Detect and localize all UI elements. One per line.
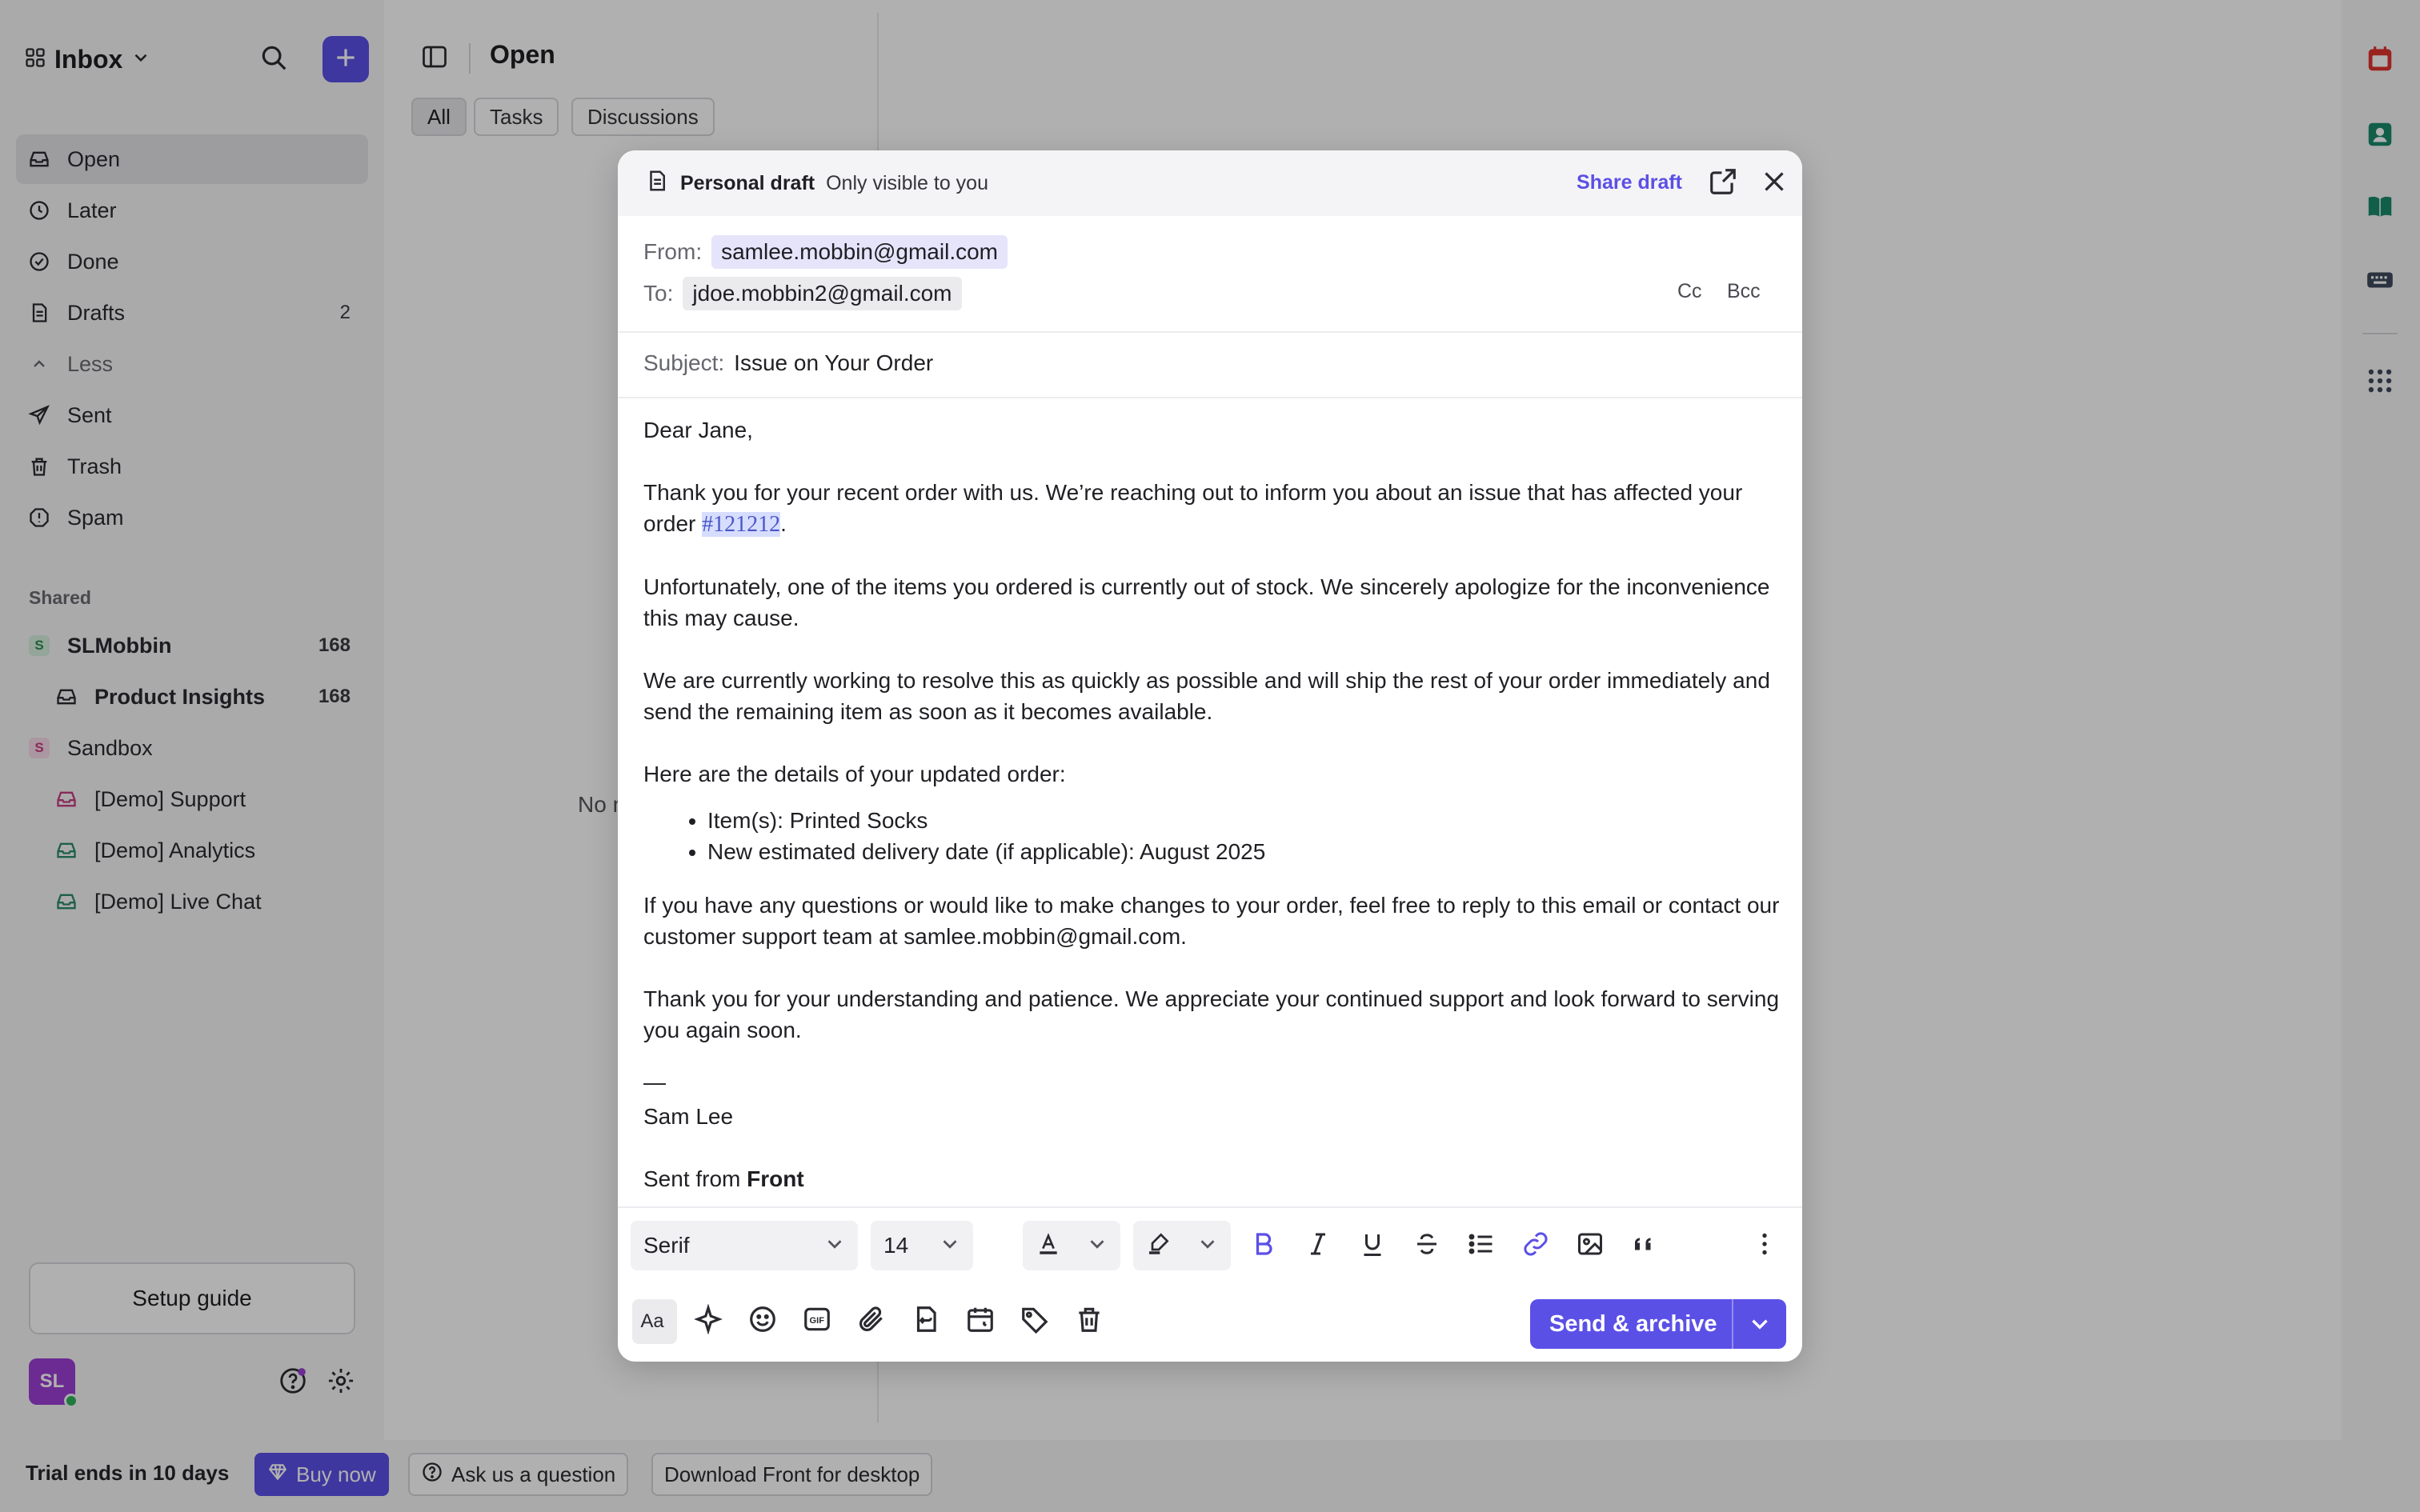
paperclip-icon <box>856 1304 887 1338</box>
attach-file-button[interactable] <box>851 1301 891 1341</box>
body-text: . <box>780 511 787 536</box>
text-color-icon <box>1036 1230 1061 1262</box>
more-vertical-icon <box>1750 1230 1779 1262</box>
from-address-chip[interactable]: samlee.mobbin@gmail.com <box>711 235 1008 269</box>
gif-icon: GIF <box>802 1304 832 1338</box>
insert-image-button[interactable] <box>1572 1227 1609 1264</box>
compose-modal: Personal draft Only visible to you Share… <box>618 150 1802 1362</box>
send-archive-label: Send & archive <box>1549 1310 1717 1337</box>
formatting-toggle-button[interactable]: Aa <box>632 1299 677 1344</box>
font-family-select[interactable]: Serif <box>631 1221 858 1270</box>
pop-out-button[interactable] <box>1705 165 1741 202</box>
app-root: Inbox Open Later Done Drafts 2 Less Sent… <box>0 0 2420 1512</box>
signature-dash: — <box>643 1070 666 1094</box>
body-paragraph: Here are the details of your updated ord… <box>643 762 1066 786</box>
template-icon <box>911 1304 941 1338</box>
gif-button[interactable]: GIF <box>797 1301 837 1341</box>
image-icon <box>1576 1230 1605 1262</box>
body-paragraph: Thank you for your understanding and pat… <box>643 986 1780 1042</box>
to-address-chip[interactable]: jdoe.mobbin2@gmail.com <box>683 277 962 310</box>
text-format-icon: Aa <box>639 1308 671 1336</box>
from-label: From: <box>643 239 703 264</box>
sent-from-text: Sent from <box>643 1166 747 1191</box>
blockquote-button[interactable] <box>1626 1227 1663 1264</box>
body-text: Thank you for your recent order with us.… <box>643 480 1743 536</box>
to-row: To: jdoe.mobbin2@gmail.com <box>643 277 962 310</box>
strikethrough-icon <box>1412 1230 1441 1262</box>
calendar-clock-icon <box>965 1304 996 1338</box>
greeting: Dear Jane, <box>643 418 753 442</box>
formatting-toolbar: Serif 14 <box>618 1206 1802 1283</box>
send-archive-button[interactable]: Send & archive <box>1530 1299 1786 1349</box>
body-paragraph: We are currently working to resolve this… <box>643 668 1770 724</box>
underline-button[interactable] <box>1354 1227 1391 1264</box>
svg-text:GIF: GIF <box>810 1315 825 1325</box>
sent-from-line: Sent from Front <box>643 1163 1780 1194</box>
text-color-select[interactable] <box>1023 1221 1120 1270</box>
body-paragraph: Thank you for your recent order with us.… <box>643 477 1780 540</box>
ai-assist-button[interactable] <box>688 1301 728 1341</box>
chevron-down-icon <box>823 1232 847 1262</box>
share-draft-button[interactable]: Share draft <box>1577 171 1682 194</box>
add-tag-button[interactable] <box>1015 1301 1055 1341</box>
tag-icon <box>1020 1304 1050 1338</box>
insert-link-button[interactable] <box>1517 1227 1554 1264</box>
bulleted-list-button[interactable] <box>1463 1227 1500 1264</box>
message-body[interactable]: Dear Jane, Thank you for your recent ord… <box>643 414 1780 1344</box>
sent-from-brand: Front <box>747 1166 804 1191</box>
close-icon <box>1760 167 1789 200</box>
font-size-value: 14 <box>883 1233 909 1258</box>
quote-icon <box>1630 1230 1659 1262</box>
close-compose-button[interactable] <box>1756 165 1793 202</box>
insert-template-button[interactable] <box>906 1301 946 1341</box>
draft-visibility-label: Only visible to you <box>826 171 988 194</box>
emoji-button[interactable] <box>743 1301 783 1341</box>
underline-icon <box>1358 1230 1387 1262</box>
send-split-divider <box>1732 1299 1733 1349</box>
chevron-down-icon <box>1196 1232 1220 1262</box>
list-item: Item(s): Printed Socks <box>707 805 1780 836</box>
italic-button[interactable] <box>1300 1227 1336 1264</box>
font-size-select[interactable]: 14 <box>871 1221 973 1270</box>
discard-draft-button[interactable] <box>1069 1301 1109 1341</box>
list-icon <box>1467 1230 1496 1262</box>
svg-text:Aa: Aa <box>641 1310 665 1331</box>
italic-icon <box>1304 1230 1332 1262</box>
draft-type-label: Personal draft <box>680 171 815 194</box>
emoji-icon <box>747 1304 778 1338</box>
recipients-divider <box>618 331 1802 333</box>
body-paragraph: Unfortunately, one of the items you orde… <box>643 574 1770 630</box>
order-details-list: Item(s): Printed Socks New estimated del… <box>707 805 1780 867</box>
link-icon <box>1521 1230 1550 1262</box>
subject-label: Subject: <box>643 350 725 375</box>
highlight-color-select[interactable] <box>1133 1221 1231 1270</box>
draft-doc-icon <box>645 169 669 198</box>
body-paragraph: If you have any questions or would like … <box>643 893 1780 949</box>
bold-icon <box>1249 1230 1278 1262</box>
subject-input[interactable]: Issue on Your Order <box>734 350 933 376</box>
chevron-down-icon <box>938 1232 962 1262</box>
bcc-button[interactable]: Bcc <box>1727 280 1761 303</box>
external-link-icon <box>1708 166 1738 201</box>
more-formatting-button[interactable] <box>1746 1227 1783 1264</box>
from-row: From: samlee.mobbin@gmail.com <box>643 235 1008 269</box>
highlighter-icon <box>1146 1230 1172 1262</box>
order-number: #121212 <box>702 512 781 537</box>
strikethrough-button[interactable] <box>1408 1227 1445 1264</box>
chevron-down-icon[interactable] <box>1746 1310 1773 1344</box>
schedule-send-button[interactable] <box>960 1301 1000 1341</box>
to-label: To: <box>643 281 674 306</box>
bold-button[interactable] <box>1245 1227 1282 1264</box>
chevron-down-icon <box>1085 1232 1109 1262</box>
compose-actions: Aa GIF Send & archive <box>618 1283 1802 1362</box>
signature-name: Sam Lee <box>643 1104 734 1129</box>
font-family-value: Serif <box>643 1233 690 1258</box>
list-item: New estimated delivery date (if applicab… <box>707 836 1780 867</box>
subject-row: Subject: Issue on Your Order <box>643 350 933 376</box>
cc-button[interactable]: Cc <box>1677 280 1702 303</box>
sparkle-icon <box>693 1302 723 1338</box>
trash-icon <box>1074 1304 1104 1338</box>
subject-divider <box>618 397 1802 398</box>
